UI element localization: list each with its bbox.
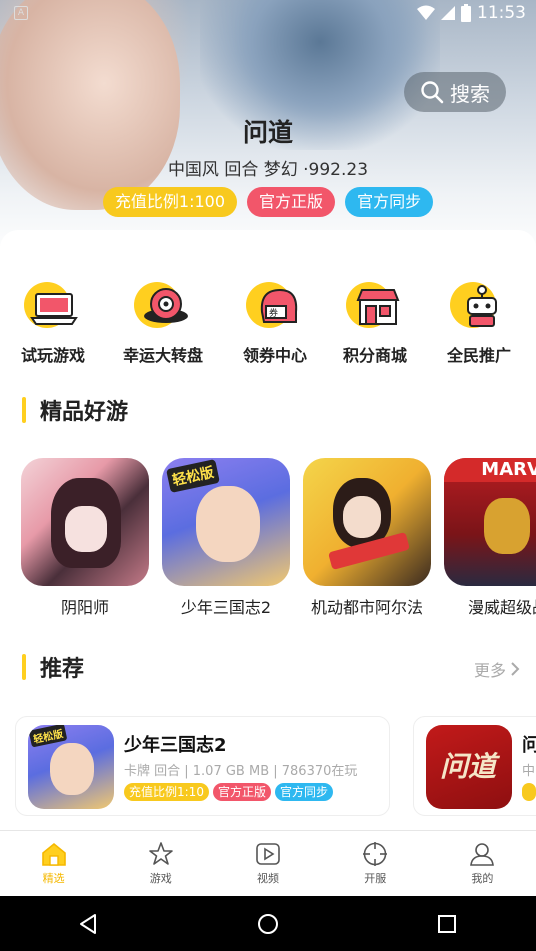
system-nav-bar <box>0 896 536 951</box>
nav-label: 我的 <box>471 872 494 885</box>
wheel-icon <box>144 288 188 323</box>
tag-official: 官方正版 <box>247 187 336 217</box>
svg-text:券: 券 <box>269 307 278 319</box>
game-card-shaonian-sanguo-2[interactable]: 轻松版 少年三国志2 <box>162 458 290 618</box>
recommend-title: 推荐 <box>40 657 85 682</box>
star-icon <box>148 842 173 865</box>
nav-label: 精选 <box>42 872 65 885</box>
game-thumbnail: 轻松版 <box>28 725 114 809</box>
hero-game-meta: 中国风 回合 梦幻 ·992.23 <box>167 160 369 180</box>
wifi-icon <box>417 5 435 20</box>
quick-item-label: 幸运大转盘 <box>122 346 203 365</box>
tag-official: 官方正版 <box>212 783 271 801</box>
game-name: 漫威超级战 <box>467 598 536 617</box>
notification-icon: A <box>14 6 28 20</box>
store-icon <box>356 289 400 325</box>
laptop-icon <box>30 293 78 325</box>
search-button[interactable]: 搜索 <box>404 72 506 112</box>
recommend-game-meta: 卡牌 回合 | 1.07 GB MB | 786370在玩 <box>124 764 358 779</box>
search-label: 搜索 <box>450 81 490 106</box>
battery-icon <box>461 4 471 22</box>
recommend-card[interactable]: 轻松版 少年三国志2 卡牌 回合 | 1.07 GB MB | 786370在玩… <box>15 716 390 816</box>
tag-official-sync: 官方同步 <box>345 187 434 217</box>
more-label: 更多 <box>473 661 506 680</box>
game-logo: 问道 <box>440 750 497 783</box>
home-icon <box>41 842 66 866</box>
quick-item-label: 领券中心 <box>242 346 307 365</box>
quick-item-trial-games[interactable]: 试玩游戏 <box>3 278 103 366</box>
helmet-icon: 券 <box>260 288 298 323</box>
hero-tags: 充值比例1:100 官方正版 官方同步 <box>0 187 536 217</box>
nav-label: 开服 <box>364 872 387 885</box>
quick-item-lucky-wheel[interactable]: 幸运大转盘 <box>113 278 213 366</box>
game-card-jidong-dushi[interactable]: 机动都市阿尔法 <box>303 458 431 618</box>
game-badge: 轻松版 <box>166 459 220 493</box>
quick-item-promotion[interactable]: 全民推广 <box>429 278 529 366</box>
status-time: 11:53 <box>477 3 526 23</box>
more-link[interactable]: 更多 <box>474 657 520 681</box>
search-icon <box>421 81 444 104</box>
back-icon[interactable] <box>77 912 101 936</box>
robot-icon <box>467 285 497 327</box>
game-card-onmyoji[interactable]: 阴阳师 <box>21 458 149 618</box>
game-thumbnail: 问道 <box>426 725 512 809</box>
recommend-game-title: 问 <box>522 735 536 756</box>
quick-item-label: 试玩游戏 <box>20 346 85 365</box>
nav-tab-server-open[interactable]: 开服 <box>322 831 429 896</box>
bottom-nav: 精选 游戏 视频 开服 我的 <box>0 830 536 896</box>
user-icon <box>470 843 495 866</box>
signal-icon <box>441 6 455 20</box>
tag-recharge-ratio <box>522 783 536 801</box>
recommend-section-header: 推荐 <box>22 652 84 682</box>
quick-actions: 试玩游戏 幸运大转盘 券 领券中心 积分商城 全民推广 <box>0 278 536 378</box>
quick-item-label: 积分商城 <box>342 346 407 365</box>
recommend-game-meta: 中 <box>522 764 536 779</box>
game-card-marvel[interactable]: MARVEL 漫威超级战 <box>444 458 536 618</box>
featured-section-header: 精品好游 <box>22 395 128 425</box>
nav-label: 视频 <box>257 872 279 885</box>
recents-icon[interactable] <box>435 912 459 936</box>
nav-tab-profile[interactable]: 我的 <box>429 831 536 896</box>
home-circle-icon[interactable] <box>256 912 280 936</box>
chevron-right-icon <box>511 662 520 676</box>
hero-game-title: 问道 <box>242 118 293 147</box>
nav-tab-featured[interactable]: 精选 <box>0 831 107 896</box>
game-name: 阴阳师 <box>60 598 109 617</box>
status-bar: A 11:53 <box>0 0 536 28</box>
nav-tab-games[interactable]: 游戏 <box>107 831 214 896</box>
game-badge: MARVEL <box>444 458 536 482</box>
game-thumbnail: 轻松版 <box>162 458 290 586</box>
recommend-game-title: 少年三国志2 <box>124 735 227 756</box>
video-icon <box>256 843 280 865</box>
recommend-card[interactable]: 问道 问 中 <box>413 716 536 816</box>
quick-item-label: 全民推广 <box>446 346 511 365</box>
tag-recharge-ratio: 充值比例1:10 <box>124 783 209 801</box>
nav-label: 游戏 <box>149 872 172 885</box>
nav-tab-videos[interactable]: 视频 <box>214 831 321 896</box>
tag-official-sync: 官方同步 <box>274 783 333 801</box>
game-name: 少年三国志2 <box>180 598 272 617</box>
tag-recharge-ratio: 充值比例1:100 <box>102 187 238 217</box>
content-panel: 试玩游戏 幸运大转盘 券 领券中心 积分商城 全民推广 精品好游 阴阳师 轻松版… <box>0 230 536 830</box>
game-name: 机动都市阿尔法 <box>310 598 423 617</box>
crosshair-icon <box>363 842 388 866</box>
game-thumbnail <box>303 458 431 586</box>
featured-games-list: 阴阳师 轻松版 少年三国志2 机动都市阿尔法 MARVEL 漫威超级战 <box>0 458 536 618</box>
recommend-list: 轻松版 少年三国志2 卡牌 回合 | 1.07 GB MB | 786370在玩… <box>0 716 536 820</box>
quick-item-coupon-center[interactable]: 券 领券中心 <box>225 278 325 366</box>
featured-title: 精品好游 <box>40 400 129 425</box>
game-thumbnail: MARVEL <box>444 458 536 586</box>
game-thumbnail <box>21 458 149 586</box>
quick-item-points-mall[interactable]: 积分商城 <box>325 278 425 366</box>
